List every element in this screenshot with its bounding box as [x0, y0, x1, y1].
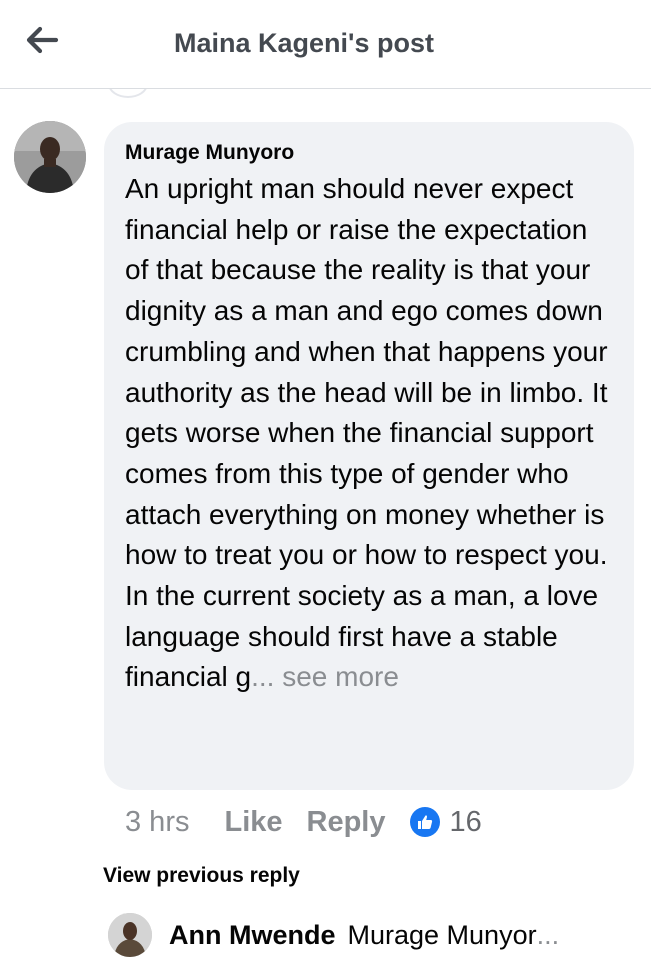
- see-more-link[interactable]: see more: [274, 661, 399, 692]
- reply-author-name[interactable]: Ann Mwende: [169, 920, 336, 951]
- comment-text: An upright man should never expect finan…: [125, 173, 608, 693]
- reply-author-avatar[interactable]: [108, 913, 152, 957]
- reaction-count[interactable]: 16: [450, 806, 482, 839]
- reply-button[interactable]: Reply: [307, 806, 386, 839]
- reply-ellipsis: ...: [536, 919, 560, 950]
- reply-snippet: Murage Munyor: [347, 919, 537, 950]
- commenter-avatar[interactable]: [14, 121, 86, 193]
- arrow-left-icon: [25, 26, 59, 59]
- comment-bubble: Murage Munyoro An upright man should nev…: [104, 122, 634, 790]
- top-bar: Maina Kageni's post: [0, 0, 651, 89]
- like-button[interactable]: Like: [224, 806, 282, 839]
- comment-body: An upright man should never expect finan…: [125, 169, 617, 698]
- comment-author[interactable]: Murage Munyoro: [125, 140, 614, 166]
- reply-preview[interactable]: Ann Mwende Murage Munyor...: [108, 913, 559, 957]
- thumbs-up-icon[interactable]: [409, 807, 440, 837]
- comment-ellipsis: ...: [251, 661, 275, 693]
- page-title: Maina Kageni's post: [174, 28, 434, 58]
- back-button[interactable]: [22, 22, 62, 62]
- comment-actions: 3 hrs Like Reply 16: [125, 802, 482, 842]
- comment-timestamp[interactable]: 3 hrs: [125, 806, 189, 839]
- view-previous-reply-link[interactable]: View previous reply: [103, 864, 300, 888]
